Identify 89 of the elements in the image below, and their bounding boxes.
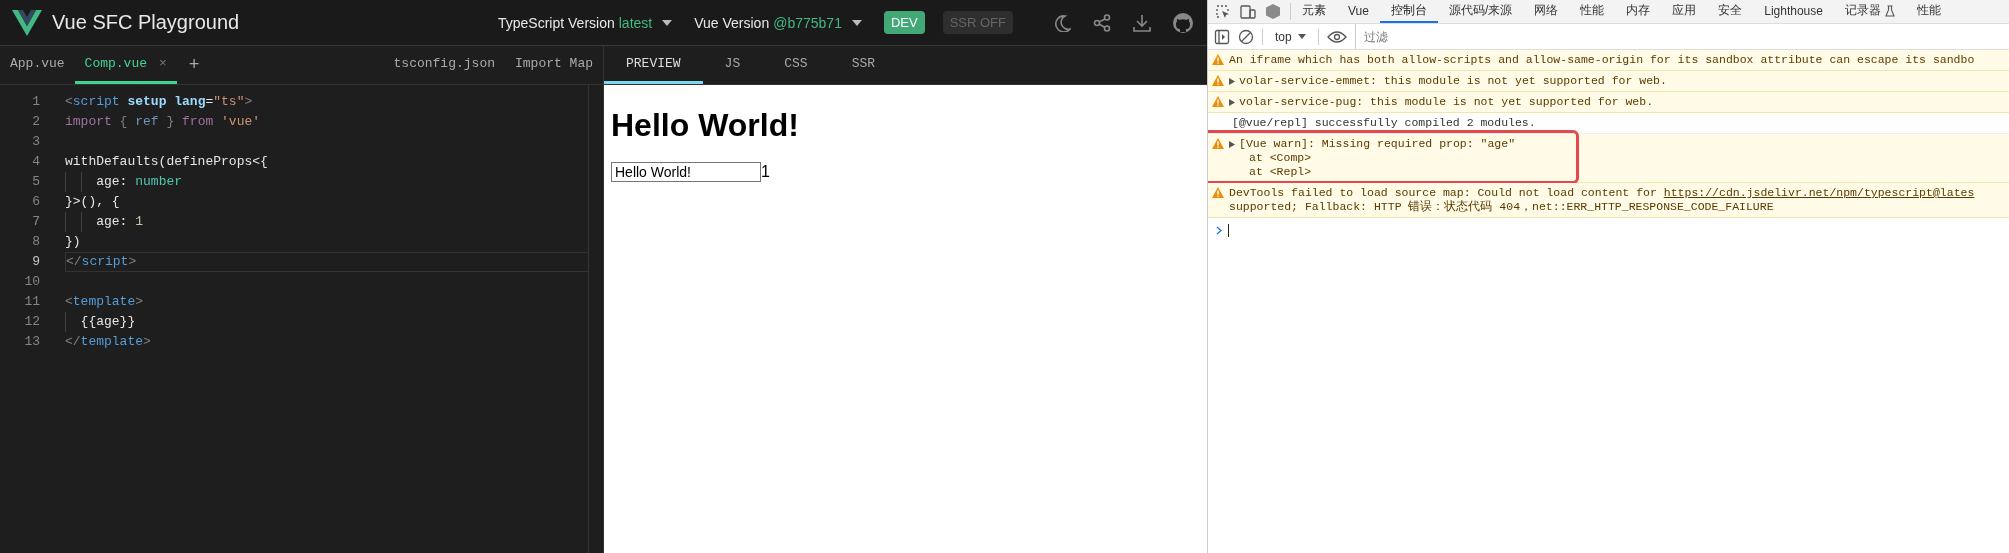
line-number: 6 xyxy=(31,193,41,211)
sidebar-toggle-icon[interactable] xyxy=(1214,28,1230,45)
console-message: [Vue warn]: Missing required prop: "age" xyxy=(1239,137,1516,151)
line-number: 1 xyxy=(31,93,41,111)
text-input[interactable]: Hello World! xyxy=(611,162,761,182)
code-line: age: number xyxy=(65,172,588,192)
output-tab[interactable]: CSS xyxy=(762,46,830,84)
code-line: {{age}} xyxy=(65,312,588,332)
file-tab[interactable]: App.vue xyxy=(0,46,75,84)
line-number: 13 xyxy=(23,333,41,351)
add-file-button[interactable]: + xyxy=(176,46,212,84)
console-message: volar-service-emmet: this module is not yet supported for web. xyxy=(1239,74,1667,88)
devtools-tab[interactable]: 网络 xyxy=(1523,0,1570,23)
code-line: <script setup lang="ts"> xyxy=(65,93,254,111)
typescript-version-select[interactable]: TypeScript Version latest xyxy=(498,14,673,31)
app-title: Vue SFC Playground xyxy=(52,11,241,34)
prompt-icon xyxy=(1216,226,1222,235)
devtools-tab[interactable]: 元素 xyxy=(1291,0,1337,23)
message-link[interactable]: https://cdn.jsdelivr.net/npm/typescript@lates xyxy=(1663,186,1975,199)
version-value: latest xyxy=(618,14,653,31)
console-message: An iframe which has both allow-scripts and allow-same-origin for its sandbox attribute can escape its sandbo xyxy=(1229,53,1975,67)
line-number: 12 xyxy=(23,313,41,331)
line-number: 8 xyxy=(31,233,41,251)
code-line: <template> xyxy=(65,293,145,311)
eye-icon[interactable] xyxy=(1326,30,1347,43)
line-number: 10 xyxy=(23,273,41,291)
console-message: at <Repl> xyxy=(1249,165,1313,179)
download-icon[interactable] xyxy=(1133,13,1151,32)
context-select[interactable]: top xyxy=(1271,29,1310,44)
flask-icon xyxy=(1884,4,1895,17)
line-number: 2 xyxy=(31,113,41,131)
output-text: 1 xyxy=(761,163,770,181)
devtools-tab[interactable]: 性能 xyxy=(1905,0,1952,23)
settings-tab[interactable]: tsconfig.json xyxy=(383,46,505,84)
code-line: age: 1 xyxy=(65,212,588,232)
version-label: TypeScript Version xyxy=(498,14,615,31)
version-label: Vue Version xyxy=(694,14,770,31)
moon-icon[interactable] xyxy=(1053,13,1071,32)
devtools-tab[interactable]: Lighthouse xyxy=(1753,0,1834,23)
warning-icon xyxy=(1212,96,1224,107)
file-tab[interactable]: Comp.vue × xyxy=(74,46,177,84)
console-message: [@vue/repl] successfully compiled 2 modules. xyxy=(1232,116,1536,130)
warning-icon xyxy=(1212,187,1224,198)
devtools-tab[interactable]: 性能 xyxy=(1569,0,1616,23)
line-number: 9 xyxy=(31,253,41,271)
devtools-tab[interactable]: 源代码/来源 xyxy=(1437,0,1524,23)
console-message: supported; Fallback: HTTP 错误：状态代码 404，net::ERR_HTTP_RESPONSE_CODE_FAILURE xyxy=(1229,200,1775,214)
code-line: withDefaults(defineProps<{ xyxy=(65,153,269,171)
code-line: import { ref } from 'vue' xyxy=(65,113,262,131)
cube-icon[interactable] xyxy=(1266,4,1280,19)
devtools-tab[interactable]: 记录器 xyxy=(1833,0,1906,23)
line-number: 4 xyxy=(31,153,41,171)
expand-icon[interactable] xyxy=(1229,99,1235,106)
console-message: DevTools failed to load source map: Could not load content for https://cdn.jsdelivr.net/npm/typescript@lates xyxy=(1229,186,1975,200)
preview-heading: Hello World! xyxy=(611,107,800,144)
text-cursor xyxy=(1228,224,1229,237)
warning-icon xyxy=(1212,138,1224,149)
caret-icon xyxy=(1297,34,1306,39)
expand-icon[interactable] xyxy=(1229,141,1235,148)
output-tab[interactable]: JS xyxy=(702,46,763,84)
code-line: }) xyxy=(65,233,82,251)
inspect-icon[interactable] xyxy=(1216,4,1230,19)
warning-icon xyxy=(1212,75,1224,86)
line-number: 7 xyxy=(31,213,41,231)
devtools-tab[interactable]: 内存 xyxy=(1615,0,1662,23)
caret-icon xyxy=(662,19,673,26)
vue-logo-icon xyxy=(12,9,42,36)
vue-version-select[interactable]: Vue Version @b775b71 xyxy=(694,14,862,31)
console-message: at <Comp> xyxy=(1249,151,1313,165)
caret-icon xyxy=(851,19,862,26)
share-icon[interactable] xyxy=(1093,13,1111,32)
close-icon[interactable]: × xyxy=(159,56,167,71)
devtools-tab[interactable]: 安全 xyxy=(1707,0,1754,23)
version-value: @b775b71 xyxy=(773,14,842,31)
device-icon[interactable] xyxy=(1240,4,1256,19)
output-tab[interactable]: SSR xyxy=(829,46,898,84)
line-number: 5 xyxy=(31,173,41,191)
expand-icon[interactable] xyxy=(1229,78,1235,85)
line-number: 11 xyxy=(23,293,41,311)
settings-tab[interactable]: Import Map xyxy=(505,46,603,84)
console-message: volar-service-pug: this module is not yet supported for web. xyxy=(1239,95,1654,109)
clear-icon[interactable] xyxy=(1238,28,1254,45)
line-number: 3 xyxy=(31,133,41,151)
code-line: }>(), { xyxy=(65,193,121,211)
github-icon[interactable] xyxy=(1173,12,1193,33)
code-line: </template> xyxy=(65,333,152,351)
warning-icon xyxy=(1212,54,1224,65)
devtools-tab[interactable]: Vue xyxy=(1337,0,1380,23)
devtools-tab[interactable]: 应用 xyxy=(1661,0,1708,23)
